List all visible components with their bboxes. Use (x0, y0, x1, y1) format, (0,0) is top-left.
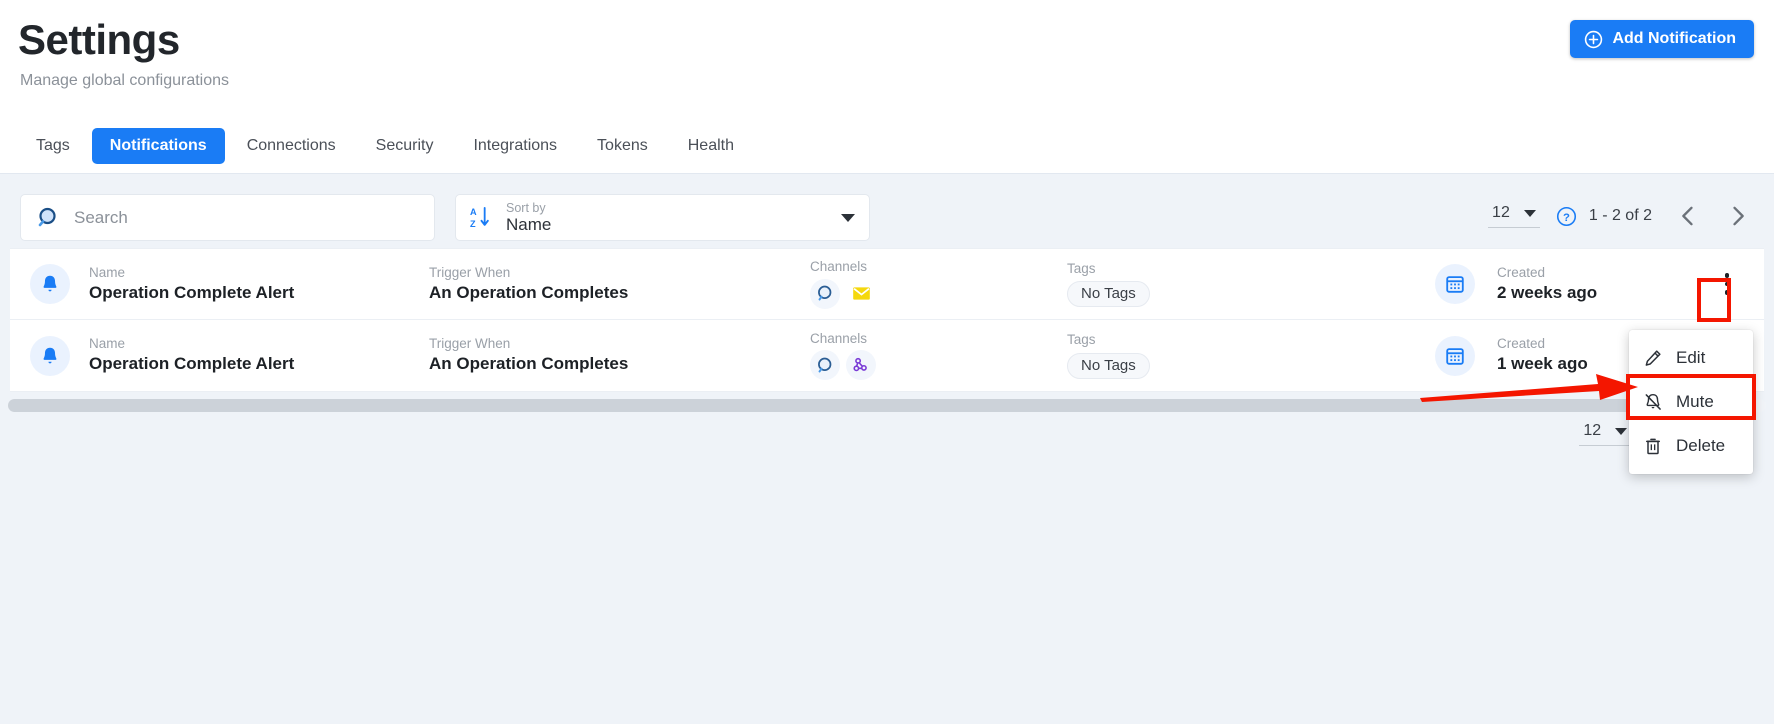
email-icon[interactable] (846, 279, 876, 309)
per-page-value-bottom: 12 (1583, 422, 1602, 439)
search-input[interactable]: Search (20, 194, 435, 241)
page-subtitle: Manage global configurations (20, 72, 230, 89)
svg-text:Z: Z (470, 219, 476, 229)
tab-tags[interactable]: Tags (18, 128, 88, 164)
menu-item-delete[interactable]: Delete (1629, 424, 1753, 468)
row-trigger-cell: Trigger When An Operation Completes (429, 336, 628, 374)
per-page-select-top[interactable]: 12 (1488, 204, 1540, 228)
chevron-down-icon (841, 213, 855, 222)
pagination-top: 12 ? 1 - 2 of 2 (1488, 202, 1752, 230)
tab-tags-label: Tags (36, 137, 70, 154)
row-name-value: Operation Complete Alert (89, 282, 295, 302)
row-channels-label: Channels (810, 330, 868, 346)
row-trigger-value: An Operation Completes (429, 354, 629, 374)
chevron-right-icon[interactable] (1724, 202, 1752, 230)
add-notification-button[interactable]: Add Notification (1570, 20, 1754, 58)
tab-tokens-label: Tokens (597, 137, 648, 154)
table-row[interactable]: Name Operation Complete Alert Trigger Wh… (10, 248, 1764, 320)
row-context-menu: Edit Mute Delete (1629, 330, 1753, 474)
row-name-cell: Name Operation Complete Alert (89, 265, 294, 303)
row-channels-cell: Channels (810, 259, 876, 309)
tab-connections[interactable]: Connections (229, 128, 354, 164)
tab-integrations[interactable]: Integrations (455, 128, 575, 164)
tab-notifications[interactable]: Notifications (91, 128, 225, 164)
tab-notifications-label: Notifications (109, 137, 207, 154)
help-circle-icon[interactable]: ? (1556, 206, 1577, 227)
row-created-label: Created (1497, 264, 1546, 280)
chevron-down-icon (1523, 209, 1536, 217)
row-trigger-label: Trigger When (429, 264, 511, 280)
menu-item-mute-label: Mute (1676, 392, 1714, 411)
plus-circle-icon (1585, 30, 1603, 48)
tab-security-label: Security (375, 137, 434, 154)
bell-off-icon (1645, 393, 1661, 410)
annotation-arrow (1420, 374, 1638, 402)
chevron-down-icon (1615, 427, 1628, 435)
kebab-menu-icon[interactable] (1712, 267, 1742, 301)
menu-item-edit-label: Edit (1676, 348, 1706, 367)
calendar-icon (1435, 264, 1475, 304)
row-name-value: Operation Complete Alert (89, 354, 295, 374)
sort-alpha-asc-icon: A Z (470, 206, 489, 229)
sort-by-label: Sort by (506, 200, 546, 215)
svg-text:?: ? (1563, 211, 1570, 223)
sort-by-select[interactable]: A Z Sort by Name (455, 194, 870, 241)
pagination-range-top: 1 - 2 of 2 (1588, 207, 1652, 224)
svg-text:A: A (470, 207, 477, 217)
add-notification-label: Add Notification (1612, 30, 1736, 47)
row-created-cell: Created 2 weeks ago (1497, 265, 1597, 303)
row-tags-label: Tags (1067, 332, 1096, 348)
search-placeholder: Search (74, 207, 128, 227)
page-header: Settings Manage global configurations Ad… (0, 0, 1774, 125)
bell-icon (30, 335, 70, 376)
menu-item-mute[interactable]: Mute (1629, 380, 1753, 424)
settings-tabs: Tags Notifications Connections Security … (18, 128, 752, 164)
per-page-select-bottom[interactable]: 12 (1579, 422, 1632, 446)
row-channels-label: Channels (810, 259, 868, 275)
search-icon (38, 207, 56, 226)
row-tags-label: Tags (1067, 260, 1096, 276)
row-name-label: Name (89, 336, 126, 352)
row-channels-cell: Channels (810, 331, 876, 381)
pencil-icon (1645, 350, 1661, 366)
row-trigger-cell: Trigger When An Operation Completes (429, 265, 628, 303)
row-trigger-value: An Operation Completes (429, 282, 629, 302)
webhook-icon[interactable] (846, 350, 876, 381)
row-name-cell: Name Operation Complete Alert (89, 336, 294, 374)
status-badge: No Tags (1067, 352, 1150, 379)
app-notification-icon[interactable] (810, 350, 840, 381)
tab-integrations-label: Integrations (473, 137, 558, 154)
tab-security[interactable]: Security (358, 128, 452, 164)
sort-by-value: Name (506, 214, 552, 234)
list-toolbar: Search A Z Sort by Name 12 ? 1 - 2 of 2 (0, 174, 1774, 244)
settings-page: Settings Manage global configurations Ad… (0, 0, 1774, 724)
notifications-panel: Search A Z Sort by Name 12 ? 1 - 2 of 2 … (0, 173, 1774, 724)
status-badge: No Tags (1067, 281, 1150, 308)
row-name-label: Name (89, 264, 126, 280)
page-title: Settings (18, 16, 180, 63)
row-created-label: Created (1497, 336, 1546, 352)
row-trigger-label: Trigger When (429, 336, 511, 352)
menu-item-delete-label: Delete (1676, 436, 1726, 455)
trash-icon (1646, 438, 1660, 455)
tab-health[interactable]: Health (670, 128, 752, 164)
app-notification-icon[interactable] (810, 278, 840, 309)
tab-connections-label: Connections (246, 137, 336, 154)
menu-item-edit[interactable]: Edit (1629, 336, 1753, 380)
per-page-value-top: 12 (1492, 204, 1510, 221)
bell-icon (30, 264, 70, 304)
chevron-left-icon[interactable] (1674, 202, 1702, 230)
tab-health-label: Health (687, 137, 734, 154)
row-tags-cell: Tags No Tags (1067, 261, 1150, 308)
tab-tokens[interactable]: Tokens (579, 128, 666, 164)
row-created-value: 2 weeks ago (1497, 282, 1598, 302)
row-tags-cell: Tags No Tags (1067, 332, 1150, 379)
